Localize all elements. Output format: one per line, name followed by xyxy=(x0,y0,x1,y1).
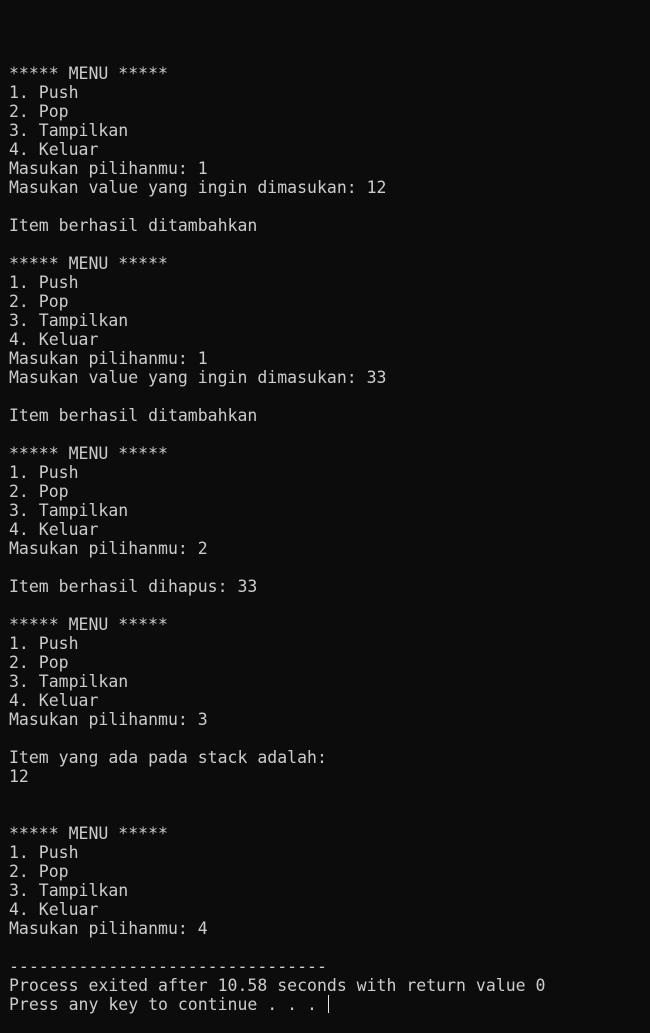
console-line-text: 1. Push xyxy=(9,843,79,862)
console-line: 2. Pop xyxy=(9,102,645,121)
console-line-text: Item berhasil dihapus: 33 xyxy=(9,577,258,596)
console-line: -------------------------------- xyxy=(9,957,645,976)
console-line: 1. Push xyxy=(9,83,645,102)
console-line: Masukan pilihanmu: 4 xyxy=(9,919,645,938)
console-line-text: 3. Tampilkan xyxy=(9,311,129,330)
console-line: 3. Tampilkan xyxy=(9,881,645,900)
console-line: 1. Push xyxy=(9,273,645,292)
console-line: Masukan pilihanmu: 3 xyxy=(9,710,645,729)
console-line-text: 4. Keluar xyxy=(9,520,99,539)
console-line-text: Masukan pilihanmu: 3 xyxy=(9,710,208,729)
console-line: Process exited after 10.58 seconds with … xyxy=(9,976,645,995)
console-line: Masukan value yang ingin dimasukan: 12 xyxy=(9,178,645,197)
console-line-text: 3. Tampilkan xyxy=(9,672,129,691)
console-line: 3. Tampilkan xyxy=(9,311,645,330)
console-line: Item yang ada pada stack adalah: xyxy=(9,748,645,767)
console-line: Masukan pilihanmu: 1 xyxy=(9,159,645,178)
console-line-text: Item berhasil ditambahkan xyxy=(9,216,258,235)
text-cursor xyxy=(327,995,329,1013)
console-line: 3. Tampilkan xyxy=(9,121,645,140)
console-line-text: 1. Push xyxy=(9,273,79,292)
console-line-text: Masukan pilihanmu: 1 xyxy=(9,349,208,368)
console-line: 4. Keluar xyxy=(9,330,645,349)
console-line-text: 4. Keluar xyxy=(9,900,99,919)
console-line: Item berhasil dihapus: 33 xyxy=(9,577,645,596)
console-line-text: Masukan value yang ingin dimasukan: 33 xyxy=(9,368,387,387)
console-line: 12 xyxy=(9,767,645,786)
console-line-text: 2. Pop xyxy=(9,862,69,881)
console-line: Masukan value yang ingin dimasukan: 33 xyxy=(9,368,645,387)
console-line-text: ***** MENU ***** xyxy=(9,64,168,83)
console-line-text: 2. Pop xyxy=(9,482,69,501)
console-line: Masukan pilihanmu: 1 xyxy=(9,349,645,368)
console-line: 2. Pop xyxy=(9,862,645,881)
console-line-text: 2. Pop xyxy=(9,653,69,672)
console-line-text: ***** MENU ***** xyxy=(9,615,168,634)
console-line-text: 4. Keluar xyxy=(9,691,99,710)
console-line: 3. Tampilkan xyxy=(9,501,645,520)
console-line: ***** MENU ***** xyxy=(9,615,645,634)
console-line-text: 3. Tampilkan xyxy=(9,121,129,140)
console-line: ***** MENU ***** xyxy=(9,254,645,273)
console-line: ***** MENU ***** xyxy=(9,64,645,83)
console-line: 3. Tampilkan xyxy=(9,672,645,691)
console-line: ***** MENU ***** xyxy=(9,444,645,463)
console-line-text: Process exited after 10.58 seconds with … xyxy=(9,976,546,995)
console-output: ***** MENU ***** 1. Push 2. Pop 3. Tampilka… xyxy=(9,26,645,1033)
console-lines: ***** MENU ***** 1. Push 2. Pop 3. Tampilka… xyxy=(9,64,645,1014)
console-line-text: Press any key to continue . . . xyxy=(9,995,327,1014)
console-line-text: Item yang ada pada stack adalah: xyxy=(9,748,327,767)
console-line: 4. Keluar xyxy=(9,140,645,159)
console-line-text: ***** MENU ***** xyxy=(9,254,168,273)
console-line: Press any key to continue . . . xyxy=(9,995,645,1014)
console-line-text: 4. Keluar xyxy=(9,140,99,159)
console-line-text: Masukan pilihanmu: 1 xyxy=(9,159,208,178)
console-line: 1. Push xyxy=(9,463,645,482)
console-line-text: 3. Tampilkan xyxy=(9,881,129,900)
console-line-text: 1. Push xyxy=(9,463,79,482)
console-line: 2. Pop xyxy=(9,482,645,501)
console-line-text: ***** MENU ***** xyxy=(9,824,168,843)
console-line-text: Masukan value yang ingin dimasukan: 12 xyxy=(9,178,387,197)
console-line-text: 2. Pop xyxy=(9,292,69,311)
console-line: 4. Keluar xyxy=(9,691,645,710)
console-line-text: Masukan pilihanmu: 2 xyxy=(9,539,208,558)
console-line-text: ***** MENU ***** xyxy=(9,444,168,463)
console-line-text: 4. Keluar xyxy=(9,330,99,349)
console-line: Item berhasil ditambahkan xyxy=(9,406,645,425)
console-line-text: 3. Tampilkan xyxy=(9,501,129,520)
console-line-text: 1. Push xyxy=(9,83,79,102)
console-line-text: 1. Push xyxy=(9,634,79,653)
console-line: 2. Pop xyxy=(9,653,645,672)
console-line: 2. Pop xyxy=(9,292,645,311)
console-line: 4. Keluar xyxy=(9,900,645,919)
console-line: Masukan pilihanmu: 2 xyxy=(9,539,645,558)
console-line: Item berhasil ditambahkan xyxy=(9,216,645,235)
console-line: 4. Keluar xyxy=(9,520,645,539)
console-line-text: Item berhasil ditambahkan xyxy=(9,406,258,425)
console-line: 1. Push xyxy=(9,634,645,653)
console-line-text: -------------------------------- xyxy=(9,957,327,976)
console-line-text: 12 xyxy=(9,767,29,786)
console-line-text: 2. Pop xyxy=(9,102,69,121)
console-line-text: Masukan pilihanmu: 4 xyxy=(9,919,208,938)
console-line: 1. Push xyxy=(9,843,645,862)
console-line: ***** MENU ***** xyxy=(9,824,645,843)
